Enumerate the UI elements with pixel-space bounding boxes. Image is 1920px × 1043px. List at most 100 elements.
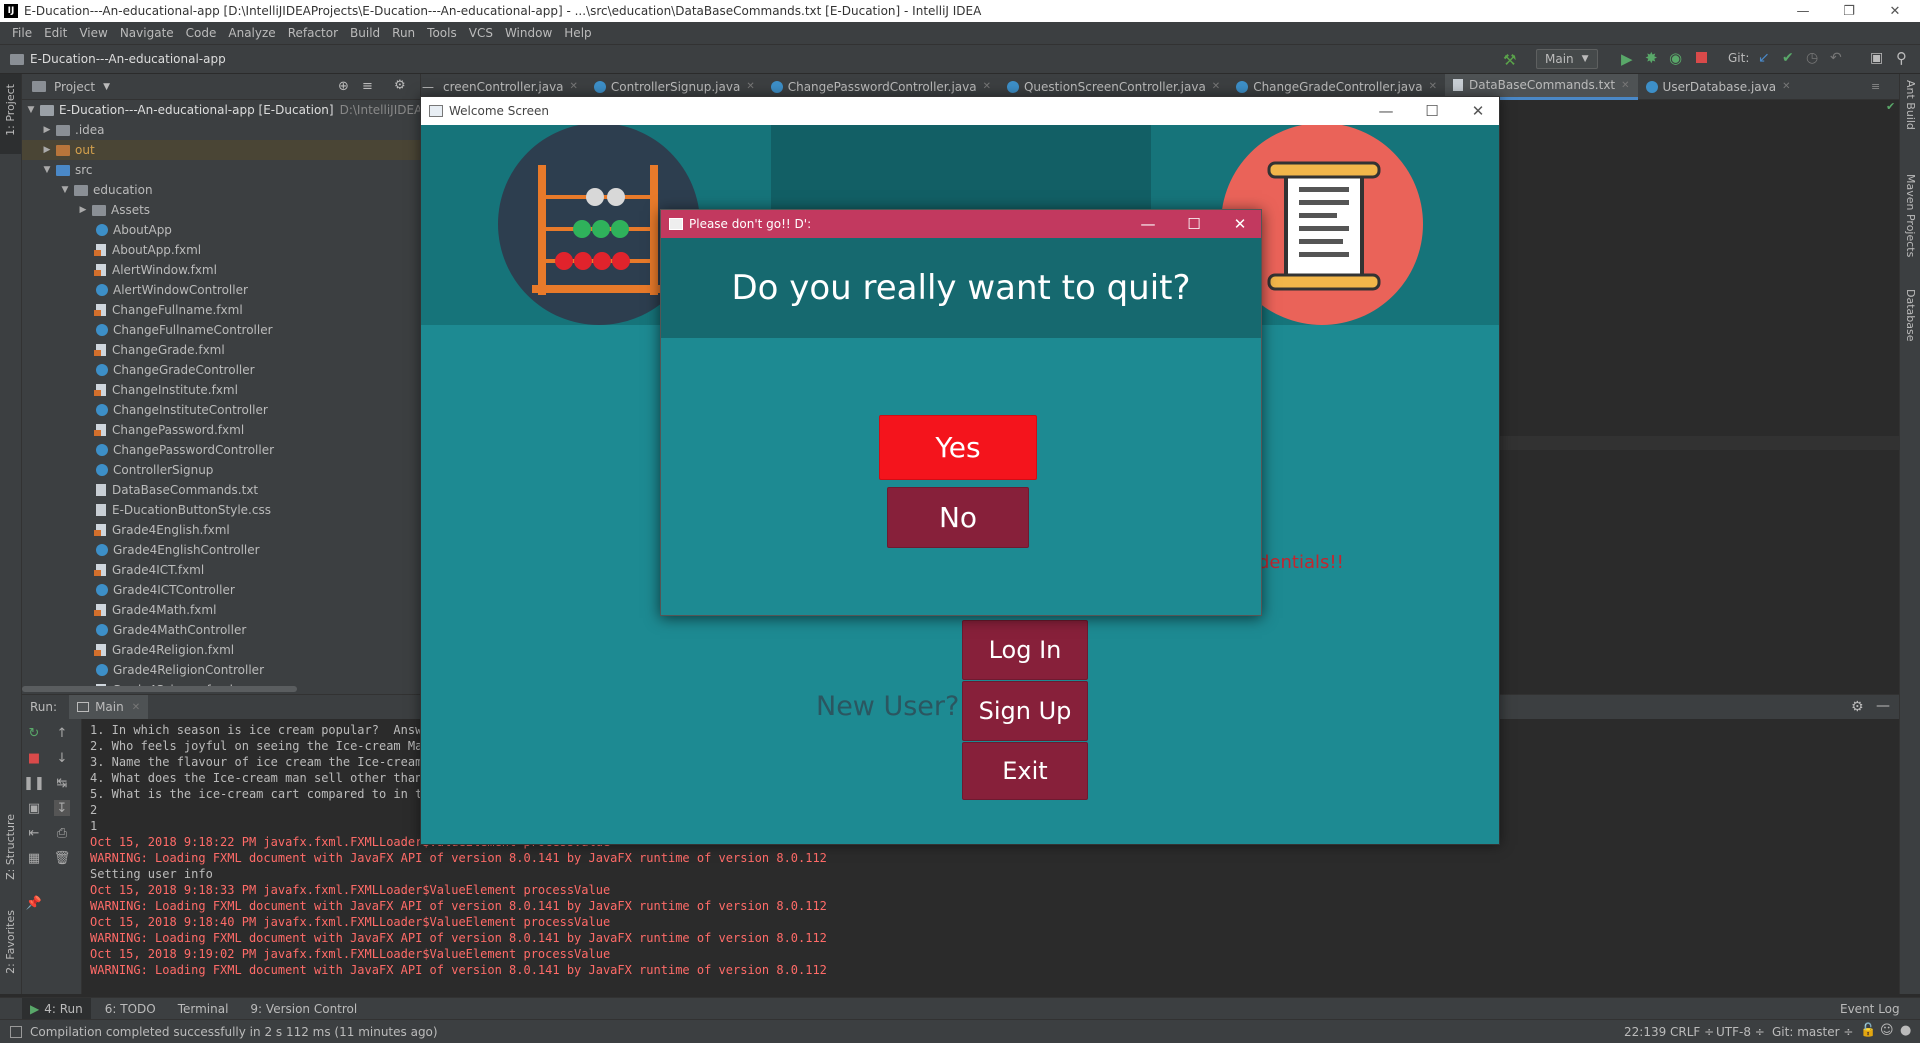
- tree-item-file[interactable]: ControllerSignup: [96, 460, 213, 480]
- file-encoding[interactable]: UTF-8 ÷: [1716, 1025, 1765, 1039]
- close-tab-icon[interactable]: ✕: [1782, 81, 1790, 92]
- menu-file[interactable]: File: [6, 26, 38, 40]
- line-separator[interactable]: CRLF ÷: [1670, 1025, 1714, 1039]
- tree-item-file[interactable]: Grade4MathController: [96, 620, 246, 640]
- tree-item-file[interactable]: ChangePasswordController: [96, 440, 274, 460]
- tree-item-file[interactable]: DataBaseCommands.txt: [96, 480, 258, 500]
- gear-icon[interactable]: ⚙: [1851, 699, 1864, 715]
- tree-item-file[interactable]: ChangeInstituteController: [96, 400, 268, 420]
- close-icon[interactable]: ✕: [1455, 97, 1501, 125]
- status-panel-icon[interactable]: [10, 1025, 22, 1038]
- rerun-icon[interactable]: ↻: [26, 725, 42, 741]
- project-tool-button[interactable]: 1: Project: [4, 84, 17, 136]
- menu-refactor[interactable]: Refactor: [282, 26, 344, 40]
- notification-icon[interactable]: ●: [1900, 1023, 1911, 1038]
- run-tab-main[interactable]: Main ✕: [69, 694, 149, 720]
- soft-wrap-icon[interactable]: ↹: [54, 775, 70, 791]
- scroll-to-end-icon[interactable]: ↧: [54, 800, 70, 816]
- close-tab-icon[interactable]: ✕: [570, 81, 578, 92]
- vcs-tool-button[interactable]: 9: Version Control: [250, 1002, 357, 1016]
- vcs-history-icon[interactable]: ◷: [1806, 50, 1818, 66]
- pin-icon[interactable]: 📌: [26, 895, 42, 911]
- menu-navigate[interactable]: Navigate: [114, 26, 180, 40]
- gear-icon[interactable]: ⚙: [394, 78, 406, 93]
- structure-tool-button[interactable]: Z: Structure: [4, 814, 17, 880]
- vcs-revert-icon[interactable]: ↶: [1830, 50, 1842, 66]
- tabs-menu-icon[interactable]: ≡: [1871, 80, 1880, 93]
- tree-item-assets[interactable]: ▶ Assets: [78, 200, 151, 220]
- menu-run[interactable]: Run: [386, 26, 421, 40]
- vcs-update-icon[interactable]: ↙: [1758, 50, 1770, 66]
- build-hammer-icon[interactable]: ⚒: [1503, 51, 1516, 69]
- exit-button[interactable]: Exit: [962, 742, 1088, 800]
- tree-item-file[interactable]: AlertWindow.fxml: [94, 260, 217, 280]
- tree-item-file[interactable]: E-DucationButtonStyle.css: [96, 500, 271, 520]
- tree-item-file[interactable]: Grade4EnglishController: [96, 540, 260, 560]
- tree-item-root[interactable]: ▼ E-Ducation---An-educational-app [E-Duc…: [26, 100, 420, 120]
- lock-icon[interactable]: 🔓: [1860, 1023, 1876, 1038]
- close-tab-icon[interactable]: ✕: [983, 81, 991, 92]
- tree-item-file[interactable]: ChangePassword.fxml: [94, 420, 244, 440]
- menu-window[interactable]: Window: [499, 26, 558, 40]
- tree-item-file[interactable]: Grade4Math.fxml: [94, 600, 216, 620]
- locate-icon[interactable]: ⊕: [338, 79, 349, 94]
- breadcrumb-project[interactable]: E-Ducation---An-educational-app: [30, 52, 226, 66]
- terminal-tool-button[interactable]: Terminal: [178, 1002, 229, 1016]
- run-icon[interactable]: ▶: [1621, 50, 1633, 68]
- ant-build-tool-button[interactable]: Ant Build: [1904, 80, 1917, 130]
- search-icon[interactable]: ⚲: [1896, 49, 1907, 67]
- project-structure-icon[interactable]: ▣: [1870, 50, 1883, 66]
- menu-analyze[interactable]: Analyze: [222, 26, 281, 40]
- tree-item-file[interactable]: Grade4ICT.fxml: [94, 560, 204, 580]
- close-tab-icon[interactable]: ✕: [132, 702, 140, 713]
- hide-panel-icon[interactable]: —: [1876, 698, 1890, 714]
- close-tab-icon[interactable]: ✕: [1429, 81, 1437, 92]
- tree-item-file[interactable]: Grade4ReligionController: [96, 660, 264, 680]
- maximize-icon[interactable]: ☐: [1409, 97, 1455, 125]
- maximize-icon[interactable]: ☐: [1171, 210, 1217, 238]
- close-tab-icon[interactable]: ✕: [746, 81, 754, 92]
- camera-icon[interactable]: ▣: [26, 800, 42, 816]
- run-tool-button[interactable]: ▶ 4: Run: [22, 997, 91, 1020]
- tree-item-education[interactable]: ▼ education: [60, 180, 153, 200]
- database-tool-button[interactable]: Database: [1904, 289, 1917, 342]
- exit-icon[interactable]: ⇤: [26, 825, 42, 841]
- tree-item-file[interactable]: ChangeInstitute.fxml: [94, 380, 238, 400]
- close-icon[interactable]: ✕: [1217, 210, 1263, 238]
- no-button[interactable]: No: [887, 487, 1029, 548]
- yes-button[interactable]: Yes: [879, 415, 1037, 480]
- tree-item-file[interactable]: ChangeFullname.fxml: [94, 300, 243, 320]
- inspector-icon[interactable]: ☺: [1880, 1023, 1894, 1038]
- tree-item-file[interactable]: Grade4ICTController: [96, 580, 235, 600]
- stop-icon[interactable]: ■: [26, 750, 42, 766]
- print-icon[interactable]: ⎙: [54, 825, 70, 841]
- debug-icon[interactable]: ✸: [1645, 49, 1658, 67]
- project-view-select[interactable]: Project: [54, 80, 95, 94]
- chevron-down-icon[interactable]: ▼: [103, 82, 110, 92]
- todo-tool-button[interactable]: 6: TODO: [105, 1002, 156, 1016]
- menu-build[interactable]: Build: [344, 26, 386, 40]
- minimize-icon[interactable]: —: [1363, 97, 1409, 125]
- event-log-button[interactable]: Event Log: [1840, 1002, 1900, 1016]
- maven-tool-button[interactable]: Maven Projects: [1904, 174, 1917, 257]
- menu-edit[interactable]: Edit: [38, 26, 73, 40]
- restore-icon[interactable]: ❐: [1826, 0, 1872, 22]
- tree-item-file[interactable]: AboutApp: [96, 220, 172, 240]
- down-arrow-icon[interactable]: ↓: [54, 750, 70, 766]
- tree-item-idea[interactable]: ▶ .idea: [42, 120, 105, 140]
- git-branch[interactable]: Git: master ÷: [1772, 1025, 1853, 1039]
- vcs-commit-icon[interactable]: ✔: [1782, 50, 1794, 66]
- close-icon[interactable]: ✕: [1872, 0, 1918, 22]
- menu-vcs[interactable]: VCS: [463, 26, 499, 40]
- tree-item-out[interactable]: ▶ out: [22, 140, 420, 160]
- tree-item-file[interactable]: AlertWindowController: [96, 280, 248, 300]
- tree-item-file[interactable]: AboutApp.fxml: [94, 240, 201, 260]
- pause-icon[interactable]: ❚❚: [23, 775, 45, 791]
- editor-tab[interactable]: UserDatabase.java ✕: [1638, 74, 1799, 100]
- tab-scroll-icon[interactable]: —: [421, 80, 435, 94]
- tree-item-file[interactable]: Grade4Religion.fxml: [94, 640, 234, 660]
- menu-help[interactable]: Help: [558, 26, 597, 40]
- menu-view[interactable]: View: [73, 26, 113, 40]
- layout-icon[interactable]: ▦: [26, 850, 42, 866]
- favorites-tool-button[interactable]: 2: Favorites: [4, 910, 17, 974]
